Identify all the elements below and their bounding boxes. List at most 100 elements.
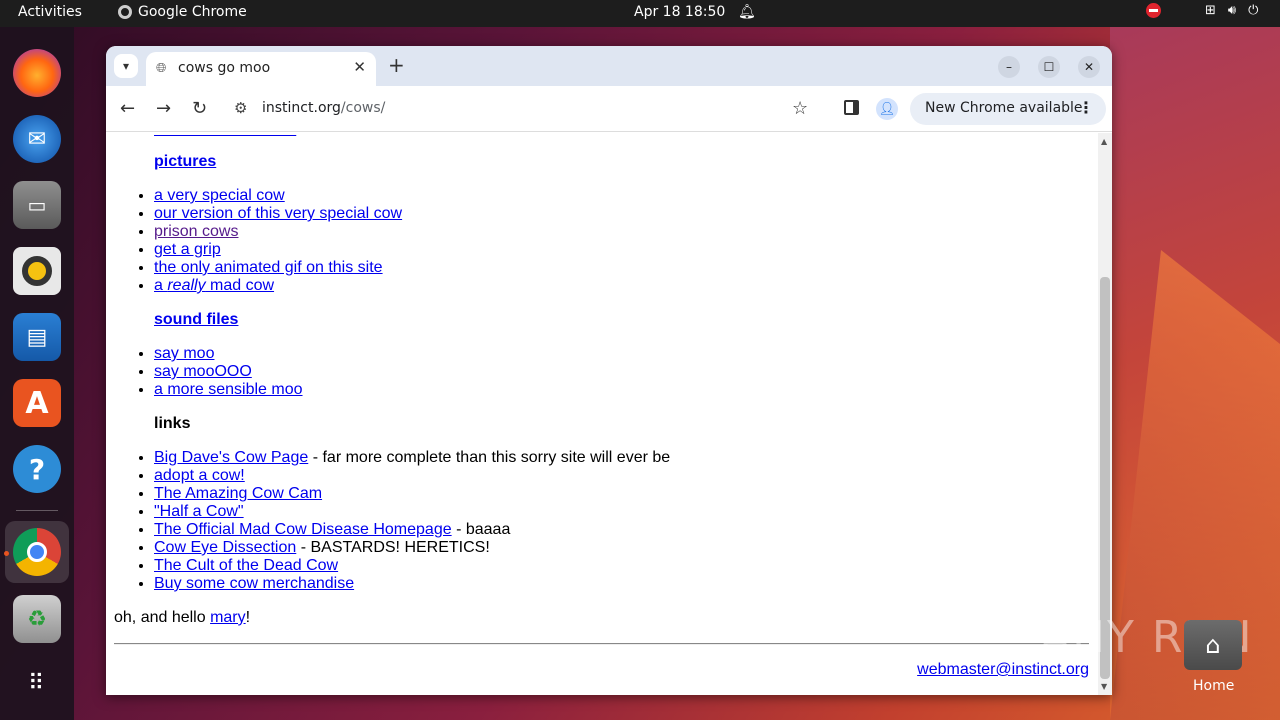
sound-link[interactable]: say moo [154, 345, 214, 362]
running-indicator [4, 551, 9, 556]
list-item: get a grip [154, 241, 402, 259]
external-link[interactable]: "Half a Cow" [154, 503, 244, 520]
tab-active[interactable]: 🌐︎ cows go moo ✕ [146, 52, 376, 86]
close-window-button[interactable]: ✕ [1078, 56, 1100, 78]
more-menu-icon[interactable]: ⋮ [1078, 98, 1094, 117]
top-bar: Activities Google Chrome Apr 18 18:50 🔔︎… [0, 0, 1280, 27]
list-item: a more sensible moo [154, 381, 303, 399]
list-item: Buy some cow merchandise [154, 575, 670, 593]
picture-link[interactable]: get a grip [154, 241, 221, 258]
forward-button[interactable]: → [156, 98, 171, 119]
volume-icon: 🔊︎ [1227, 3, 1237, 18]
files-icon[interactable]: ▭ [13, 181, 61, 229]
do-not-disturb-icon [1146, 3, 1161, 18]
chrome-icon[interactable] [13, 528, 61, 576]
link-note: - far more complete than this sorry site… [308, 449, 671, 466]
list-item: say moo [154, 345, 303, 363]
list-item: Cow Eye Dissection - BASTARDS! HERETICS! [154, 539, 670, 557]
hello-text: oh, and hello [114, 609, 211, 626]
dock: ✉ ▭ ▤ A ? ♻ ⠿ [0, 27, 74, 720]
link-note: - baaaa [451, 521, 511, 538]
maximize-button[interactable]: ☐ [1038, 56, 1060, 78]
bell-icon[interactable]: 🔔︎ [738, 4, 756, 20]
sound-link[interactable]: a more sensible moo [154, 381, 303, 398]
thunderbird-icon[interactable]: ✉ [13, 115, 61, 163]
horizontal-rule [114, 643, 1089, 645]
home-label[interactable]: Home [1193, 678, 1234, 694]
system-tray[interactable]: ⊞ 🔊︎ ⏻ [1146, 3, 1258, 18]
external-link[interactable]: The Official Mad Cow Disease Homepage [154, 521, 452, 538]
picture-link[interactable]: a very special cow [154, 187, 285, 204]
pictures-heading-link[interactable]: pictures [154, 153, 216, 171]
external-link[interactable]: Big Dave's Cow Page [154, 449, 308, 466]
bookmark-star-icon[interactable]: ☆ [792, 98, 808, 119]
hello-line: oh, and hello mary! [114, 609, 250, 627]
page-content: pictures a very special cow our version … [106, 133, 1098, 695]
scroll-up-arrow-icon[interactable]: ▲ [1101, 137, 1107, 146]
list-item: our version of this very special cow [154, 205, 402, 223]
back-button[interactable]: ← [120, 98, 135, 119]
picture-link[interactable]: the only animated gif on this site [154, 259, 383, 276]
trash-icon[interactable]: ♻ [13, 595, 61, 643]
writer-icon[interactable]: ▤ [13, 313, 61, 361]
mary-link[interactable]: mary [210, 609, 246, 626]
firefox-icon[interactable] [13, 49, 61, 97]
list-item: The Cult of the Dead Cow [154, 557, 670, 575]
list-item: say mooOOO [154, 363, 303, 381]
list-item: a very special cow [154, 187, 402, 205]
power-icon: ⏻ [1248, 3, 1259, 18]
pictures-list: a very special cow our version of this v… [134, 187, 402, 295]
app-menu[interactable]: Google Chrome [118, 4, 247, 20]
list-item: prison cows [154, 223, 402, 241]
links-list: Big Dave's Cow Page - far more complete … [134, 449, 670, 593]
external-link[interactable]: The Amazing Cow Cam [154, 485, 322, 502]
link-text: mad cow [205, 277, 275, 294]
vertical-scrollbar[interactable]: ▲ ▼ [1098, 133, 1112, 695]
hello-text: ! [245, 609, 251, 626]
minimize-button[interactable]: – [998, 56, 1020, 78]
help-icon[interactable]: ? [13, 445, 61, 493]
list-item: a really mad cow [154, 277, 402, 295]
site-info-icon[interactable]: ⚙︎ [234, 99, 247, 117]
sound-link[interactable]: say mooOOO [154, 363, 252, 380]
address-bar[interactable]: ⚙︎ instinct.org/cows/ [224, 93, 824, 125]
new-tab-button[interactable]: + [388, 54, 405, 76]
clipped-link[interactable] [154, 133, 296, 139]
rhythmbox-icon[interactable] [13, 247, 61, 295]
app-center-icon[interactable]: A [13, 379, 61, 427]
external-link[interactable]: Buy some cow merchandise [154, 575, 354, 592]
tab-strip: ▾ 🌐︎ cows go moo ✕ + – ☐ ✕ [106, 46, 1112, 86]
picture-link[interactable]: prison cows [154, 223, 238, 240]
app-name: Google Chrome [138, 4, 247, 20]
external-link[interactable]: The Cult of the Dead Cow [154, 557, 338, 574]
url-path: /cows/ [340, 100, 386, 116]
list-item: adopt a cow! [154, 467, 670, 485]
tab-title: cows go moo [178, 60, 271, 76]
side-panel-icon[interactable] [844, 100, 859, 115]
clock[interactable]: Apr 18 18:50 [634, 4, 725, 20]
external-link[interactable]: adopt a cow! [154, 467, 245, 484]
tab-search-button[interactable]: ▾ [114, 54, 138, 78]
url-text[interactable]: instinct.org/cows/ [262, 100, 385, 116]
reload-button[interactable]: ↻ [192, 98, 207, 119]
profile-avatar-icon[interactable]: 👤︎ [876, 98, 898, 120]
activities-button[interactable]: Activities [18, 4, 82, 20]
list-item: "Half a Cow" [154, 503, 670, 521]
update-label: New Chrome available [925, 100, 1083, 116]
close-tab-icon[interactable]: ✕ [353, 58, 366, 76]
chrome-window: ▾ 🌐︎ cows go moo ✕ + – ☐ ✕ ← → ↻ ⚙︎ inst… [106, 46, 1112, 695]
home-folder-icon[interactable]: ⌂ [1184, 620, 1242, 670]
link-note: - BASTARDS! HERETICS! [296, 539, 490, 556]
links-heading: links [154, 415, 191, 432]
mad-cow-link[interactable]: a really mad cow [154, 277, 274, 294]
external-link[interactable]: Cow Eye Dissection [154, 539, 296, 556]
scroll-down-arrow-icon[interactable]: ▼ [1101, 682, 1107, 691]
picture-link[interactable]: our version of this very special cow [154, 205, 402, 222]
link-text: a [154, 277, 168, 294]
webmaster-email-link[interactable]: webmaster@instinct.org [917, 661, 1089, 679]
toolbar: ← → ↻ ⚙︎ instinct.org/cows/ ☆ 👤︎ New Chr… [106, 86, 1112, 132]
app-grid-icon[interactable]: ⠿ [13, 659, 61, 707]
sound-files-heading-link[interactable]: sound files [154, 311, 238, 329]
update-chrome-button[interactable]: New Chrome available ⋮ [910, 93, 1106, 125]
list-item: The Official Mad Cow Disease Homepage - … [154, 521, 670, 539]
